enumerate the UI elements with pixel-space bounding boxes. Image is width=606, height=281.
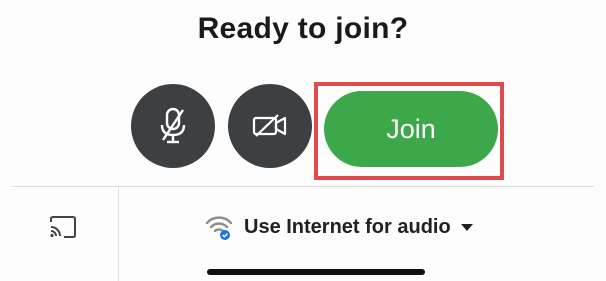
audio-options-bar: Use Internet for audio (0, 187, 606, 281)
audio-option-label: Use Internet for audio (244, 215, 451, 238)
audio-source-dropdown[interactable]: Use Internet for audio (204, 211, 473, 243)
mic-off-icon (156, 106, 190, 146)
wifi-audio-icon (204, 212, 234, 242)
cast-icon (48, 215, 78, 244)
join-controls: Join (0, 82, 606, 180)
home-indicator (207, 269, 425, 275)
mute-mic-button[interactable] (131, 84, 215, 168)
cast-button[interactable] (0, 187, 119, 281)
camera-toggle-button[interactable] (228, 84, 312, 168)
camera-off-icon (250, 111, 290, 141)
caret-down-icon (460, 223, 473, 231)
join-button[interactable]: Join (324, 91, 498, 167)
pre-join-screen: Ready to join? Join Use Internet for aud… (0, 0, 606, 281)
page-title: Ready to join? (197, 12, 409, 45)
